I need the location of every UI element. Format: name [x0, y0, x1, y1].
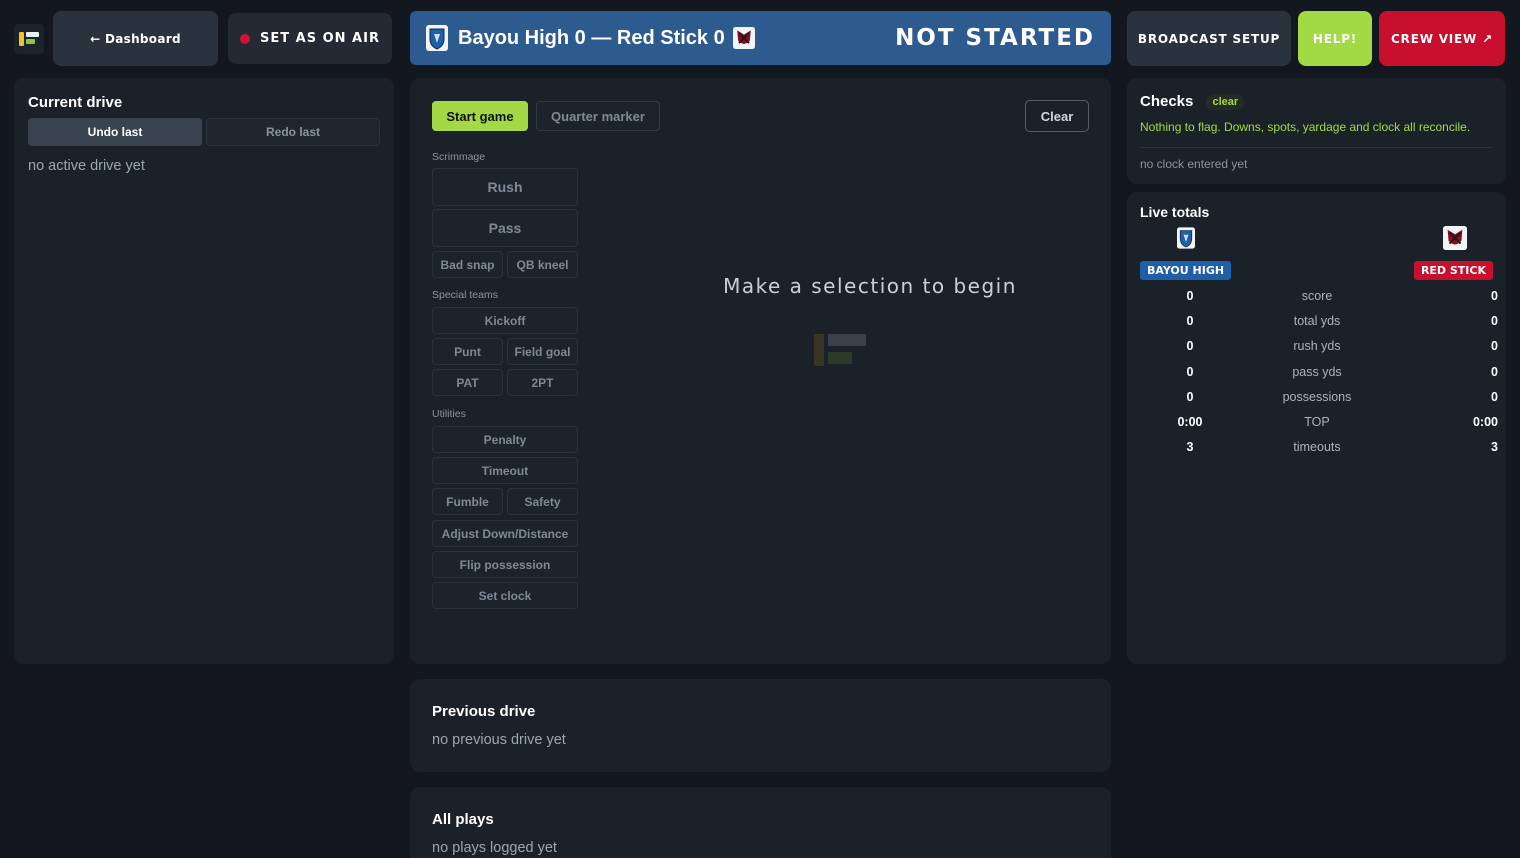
quarter-marker-button[interactable]: Quarter marker — [536, 101, 660, 131]
bad-snap-button[interactable]: Bad snap — [432, 251, 503, 278]
rush-button[interactable]: Rush — [432, 168, 578, 206]
selection-prompt: Make a selection to begin — [723, 274, 1017, 298]
away-value: 0 — [1491, 339, 1498, 354]
app-logo[interactable] — [14, 24, 44, 54]
away-team-badge: RED STICK — [1413, 261, 1493, 280]
checks-status-badge: clear — [1206, 93, 1245, 110]
home-value: 0 — [1186, 314, 1194, 329]
red-stick-crest-icon — [732, 27, 755, 49]
checks-divider — [1140, 147, 1492, 148]
previous-drive-title: Previous drive — [432, 703, 536, 720]
pass-button[interactable]: Pass — [432, 209, 578, 247]
home-value: 3 — [1186, 440, 1194, 455]
totals-row: 0 pass yds 0 — [1127, 365, 1506, 385]
clock-note: no clock entered yet — [1140, 157, 1248, 171]
stat-label: total yds — [1293, 314, 1341, 329]
checks-title: Checks — [1140, 93, 1194, 110]
home-value: 0:00 — [1177, 415, 1203, 429]
current-drive-empty: no active drive yet — [28, 158, 145, 174]
previous-drive-empty: no previous drive yet — [432, 732, 566, 748]
totals-row: 0 total yds 0 — [1127, 314, 1506, 334]
set-on-air-button[interactable]: SET AS ON AIR — [228, 13, 392, 64]
live-totals-title: Live totals — [1140, 204, 1210, 220]
all-plays-panel: All plays no plays logged yet — [410, 787, 1111, 858]
all-plays-empty: no plays logged yet — [432, 840, 557, 856]
totals-row: 0 possessions 0 — [1127, 390, 1506, 410]
checks-message: Nothing to flag. Downs, spots, yardage a… — [1140, 120, 1471, 134]
redo-last-button[interactable]: Redo last — [206, 118, 380, 146]
stat-label: rush yds — [1293, 339, 1341, 354]
section-utilities: Utilities — [432, 408, 466, 420]
on-air-dot-icon — [240, 33, 251, 44]
away-value: 0 — [1491, 314, 1498, 329]
totals-row: 0 rush yds 0 — [1127, 339, 1506, 359]
flip-possession-button[interactable]: Flip possession — [432, 551, 578, 578]
broadcast-setup-button[interactable]: BROADCAST SETUP — [1127, 11, 1291, 66]
home-team-badge: BAYOU HIGH — [1140, 261, 1232, 280]
scoreline: Bayou High 0 — Red Stick 0 — [458, 26, 725, 49]
checks-panel: Checks clear Nothing to flag. Downs, spo… — [1127, 78, 1506, 184]
home-value: 0 — [1186, 289, 1194, 303]
away-value: 3 — [1491, 440, 1498, 455]
current-drive-panel: Current drive Undo last Redo last no act… — [14, 78, 394, 664]
all-plays-title: All plays — [432, 811, 494, 828]
help-button[interactable]: HELP! — [1298, 11, 1372, 66]
section-scrimmage: Scrimmage — [432, 151, 486, 163]
away-value: 0 — [1491, 389, 1498, 404]
totals-row: 0 score 0 — [1127, 289, 1506, 309]
totals-row: 0:00 TOP 0:00 — [1127, 415, 1506, 435]
home-value: 0 — [1186, 364, 1194, 379]
scoreboard-banner: Bayou High 0 — Red Stick 0 NOT STARTED — [410, 11, 1111, 65]
stat-label: possessions — [1282, 389, 1352, 404]
pat-button[interactable]: PAT — [432, 369, 503, 396]
previous-drive-panel: Previous drive no previous drive yet — [410, 679, 1111, 772]
section-special-teams: Special teams — [432, 289, 498, 301]
stat-label: timeouts — [1293, 440, 1341, 455]
timeout-button[interactable]: Timeout — [432, 457, 578, 484]
dashboard-button[interactable]: ← Dashboard — [53, 11, 218, 66]
bayou-high-crest-icon — [426, 25, 448, 51]
undo-last-button[interactable]: Undo last — [28, 118, 202, 146]
fumble-button[interactable]: Fumble — [432, 488, 503, 515]
game-status: NOT STARTED — [895, 25, 1095, 51]
home-value: 0 — [1186, 389, 1194, 404]
safety-button[interactable]: Safety — [507, 488, 578, 515]
totals-row: 3 timeouts 3 — [1127, 440, 1506, 460]
current-drive-title: Current drive — [28, 94, 123, 111]
placeholder-logo-icon — [814, 334, 866, 366]
home-value: 0 — [1186, 339, 1194, 354]
stat-label: TOP — [1304, 415, 1330, 429]
two-pt-button[interactable]: 2PT — [507, 369, 578, 396]
field-goal-button[interactable]: Field goal — [507, 338, 578, 365]
penalty-button[interactable]: Penalty — [432, 426, 578, 453]
away-value: 0 — [1491, 364, 1498, 379]
play-entry-panel: Start game Quarter marker Clear Scrimmag… — [410, 78, 1111, 664]
kickoff-button[interactable]: Kickoff — [432, 307, 578, 334]
away-value: 0:00 — [1472, 415, 1498, 429]
away-value: 0 — [1491, 289, 1498, 303]
stat-label: pass yds — [1292, 364, 1342, 379]
red-stick-logo-icon — [1443, 226, 1467, 250]
qb-kneel-button[interactable]: QB kneel — [507, 251, 578, 278]
set-clock-button[interactable]: Set clock — [432, 582, 578, 609]
bayou-high-logo-icon — [1177, 227, 1195, 249]
adjust-down-distance-button[interactable]: Adjust Down/Distance — [432, 520, 578, 547]
live-totals-panel: Live totals BAYOU HIGH RED STICK 0 score 0… — [1127, 192, 1506, 664]
stat-label: score — [1301, 289, 1333, 303]
punt-button[interactable]: Punt — [432, 338, 503, 365]
crew-view-button[interactable]: CREW VIEW ↗ — [1379, 11, 1505, 66]
clear-button[interactable]: Clear — [1025, 100, 1089, 132]
set-on-air-label: SET AS ON AIR — [260, 31, 380, 46]
start-game-button[interactable]: Start game — [432, 101, 528, 131]
